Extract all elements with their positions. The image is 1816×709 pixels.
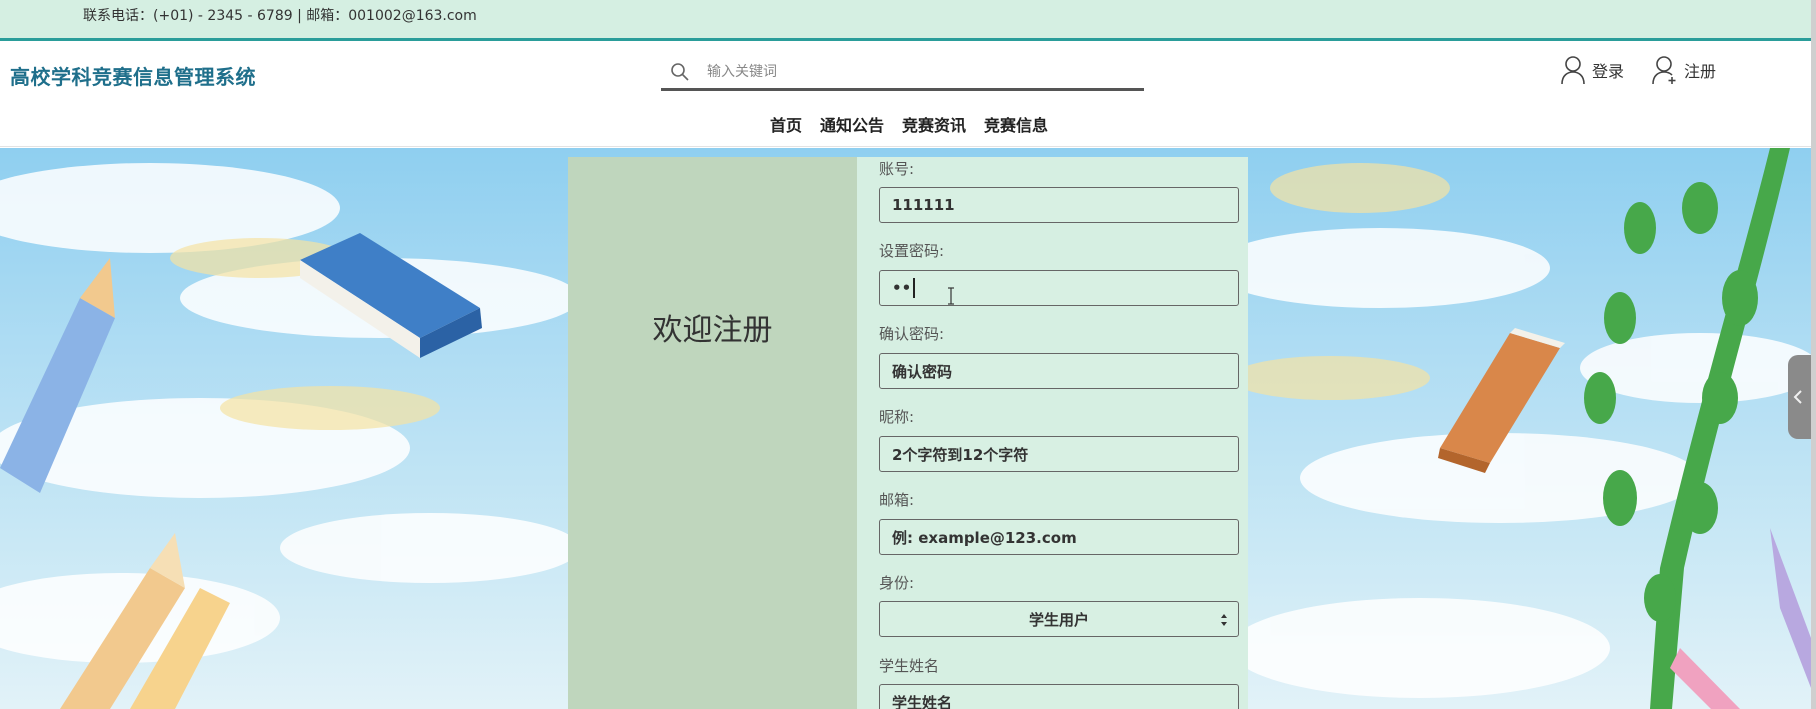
chevron-left-icon [1793,390,1802,404]
contact-bar: 联系电话：(+01) - 2345 - 6789 | 邮箱：001002@163… [0,0,1811,41]
confirm-password-value: 确认密码 [892,362,953,381]
register-label: 注册 [1684,62,1717,81]
nickname-label: 昵称: [879,408,915,426]
search-bar [661,53,1144,91]
student-name-value: 学生姓名 [892,693,953,709]
nickname-input[interactable]: 2个字符到12个字符 [879,436,1239,472]
registration-form: 账号: 111111 设置密码: •• 确认密码: 确认密码 昵称: 2个字符到… [857,157,1248,709]
site-title[interactable]: 高校学科竞赛信息管理系统 [10,61,256,90]
student-name-input[interactable]: 学生姓名 [879,684,1239,709]
student-name-label: 学生姓名 [879,657,940,675]
login-link[interactable]: 登录 [1560,55,1624,85]
nav-home[interactable]: 首页 [770,112,802,136]
confirm-password-label: 确认密码: [879,325,945,343]
header: 高校学科竞赛信息管理系统 登录 注册 首页 [0,41,1811,147]
nav-news[interactable]: 竞赛资讯 [902,112,966,136]
account-value: 111111 [892,196,955,214]
password-value: •• [892,279,912,297]
vine-illustration [1584,148,1790,709]
main-nav: 首页 通知公告 竞赛资讯 竞赛信息 [770,112,1048,136]
account-label: 账号: [879,160,915,178]
window-scrollbar[interactable] [1811,0,1816,709]
text-caret [913,278,916,298]
user-add-icon [1652,56,1676,85]
identity-value: 学生用户 [1028,610,1089,629]
welcome-panel: 欢迎注册 [568,157,857,709]
blue-book-illustration [300,233,482,358]
nav-notices[interactable]: 通知公告 [820,112,884,136]
account-input[interactable]: 111111 [879,187,1239,223]
confirm-password-input[interactable]: 确认密码 [879,353,1239,389]
email-input[interactable]: 例: example@123.com [879,519,1239,555]
identity-label: 身份: [879,574,915,592]
page: 联系电话：(+01) - 2345 - 6789 | 邮箱：001002@163… [0,0,1816,709]
select-arrows-icon [1221,614,1227,626]
email-label: 邮箱: [879,491,915,509]
search-icon[interactable] [670,62,690,82]
user-icon [1561,56,1585,85]
text-cursor-icon [948,287,954,305]
password-input[interactable]: •• [879,270,1239,306]
email-value: 例: example@123.com [892,528,1077,547]
nickname-value: 2个字符到12个字符 [892,445,1029,464]
register-link[interactable]: 注册 [1652,55,1716,85]
nav-competitions[interactable]: 竞赛信息 [984,112,1048,136]
password-label: 设置密码: [879,242,945,260]
contact-info: 联系电话：(+01) - 2345 - 6789 | 邮箱：001002@163… [83,8,477,24]
search-input[interactable] [707,61,1127,83]
login-label: 登录 [1592,62,1625,81]
welcome-title: 欢迎注册 [652,313,773,348]
identity-select[interactable]: 学生用户 [879,601,1239,637]
